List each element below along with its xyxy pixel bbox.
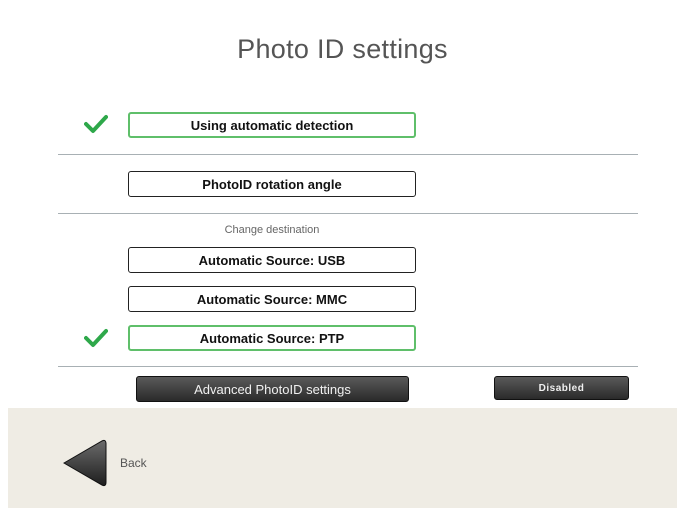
source-ptp-button[interactable]: Automatic Source: PTP — [128, 325, 416, 351]
divider — [58, 213, 638, 214]
divider — [58, 154, 638, 155]
source-mmc-button[interactable]: Automatic Source: MMC — [128, 286, 416, 312]
advanced-photoid-settings-button[interactable]: Advanced PhotoID settings — [136, 376, 409, 402]
page-title: Photo ID settings — [237, 34, 448, 64]
advanced-status-button[interactable]: Disabled — [494, 376, 629, 400]
source-usb-button[interactable]: Automatic Source: USB — [128, 247, 416, 273]
source-usb-label: Automatic Source: USB — [198, 252, 346, 268]
checkmark-icon — [84, 329, 108, 347]
checkmark-icon — [84, 115, 108, 133]
divider — [58, 366, 638, 367]
automatic-detection-button[interactable]: Using automatic detection — [128, 112, 416, 138]
automatic-detection-label: Using automatic detection — [190, 117, 354, 133]
back-label: Back — [120, 456, 147, 470]
rotation-angle-label: PhotoID rotation angle — [202, 176, 342, 192]
back-arrow-icon — [63, 439, 107, 487]
source-ptp-label: Automatic Source: PTP — [199, 330, 345, 346]
advanced-photoid-settings-label: Advanced PhotoID settings — [194, 381, 351, 397]
change-destination-heading: Change destination — [224, 224, 320, 236]
advanced-status-label: Disabled — [538, 382, 585, 394]
source-mmc-label: Automatic Source: MMC — [196, 291, 348, 307]
back-button[interactable]: Back — [60, 438, 147, 488]
rotation-angle-button[interactable]: PhotoID rotation angle — [128, 171, 416, 197]
